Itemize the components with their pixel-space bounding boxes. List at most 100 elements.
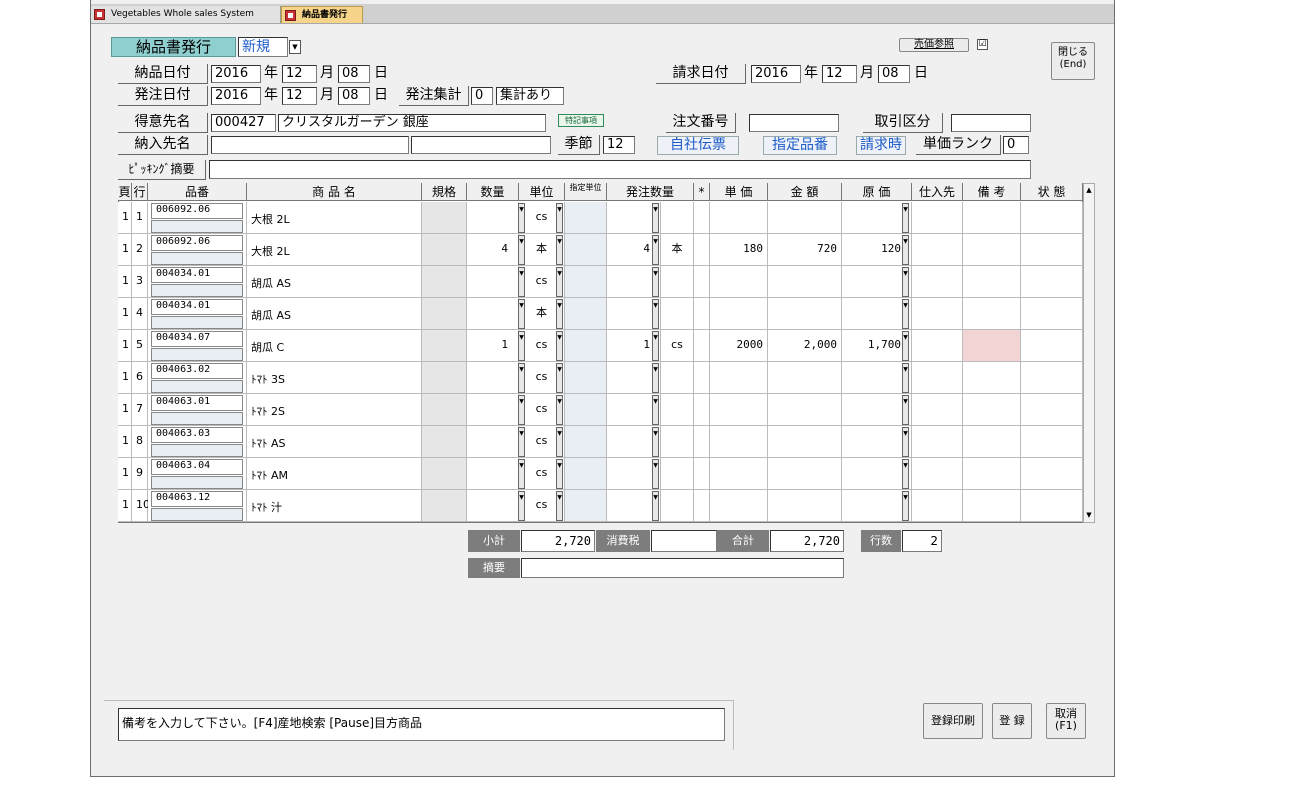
cell-star[interactable] <box>694 458 710 490</box>
cell-state[interactable] <box>1021 298 1083 330</box>
delivery-day-input[interactable]: 08 <box>338 65 370 83</box>
cell-price[interactable]: 180 <box>710 234 768 266</box>
cell-note[interactable] <box>963 298 1021 330</box>
cell-supplier[interactable] <box>912 266 963 298</box>
spec-unit-dropdown-icon[interactable]: ▼ <box>556 363 563 393</box>
cell-spec[interactable] <box>422 458 467 490</box>
order-qty-dropdown-icon[interactable]: ▼ <box>652 203 659 233</box>
unit-dropdown-icon[interactable]: ▼ <box>518 235 525 265</box>
unit-dropdown-icon[interactable]: ▼ <box>518 491 525 521</box>
cell-star[interactable] <box>694 426 710 458</box>
cost-dropdown-icon[interactable]: ▼ <box>902 331 909 361</box>
cell-amount[interactable]: 2,000 <box>768 330 842 362</box>
item-code[interactable]: 004063.01 <box>151 395 243 411</box>
cell-name[interactable]: 大根 2L <box>247 202 422 234</box>
cell-name[interactable]: 大根 2L <box>247 234 422 266</box>
cost-dropdown-icon[interactable]: ▼ <box>902 427 909 457</box>
cell-price[interactable] <box>710 458 768 490</box>
spec-unit-dropdown-icon[interactable]: ▼ <box>556 203 563 233</box>
item-subcode[interactable] <box>151 476 243 489</box>
item-code[interactable]: 006092.06 <box>151 235 243 251</box>
order-qty-dropdown-icon[interactable]: ▼ <box>652 299 659 329</box>
cost-dropdown-icon[interactable]: ▼ <box>902 363 909 393</box>
item-subcode[interactable] <box>151 380 243 393</box>
cell-name[interactable]: 胡瓜 C <box>247 330 422 362</box>
cell-amount[interactable] <box>768 394 842 426</box>
price-rank-input[interactable]: 0 <box>1003 136 1029 154</box>
cell-spec[interactable] <box>422 362 467 394</box>
cell-supplier[interactable] <box>912 202 963 234</box>
delivery-year-input[interactable]: 2016 <box>211 65 261 83</box>
cancel-button[interactable]: 取消 (F1) <box>1046 703 1086 739</box>
season-input[interactable]: 12 <box>603 136 635 154</box>
cell-state[interactable] <box>1021 490 1083 522</box>
cell-star[interactable] <box>694 490 710 522</box>
cell-spec[interactable] <box>422 490 467 522</box>
cell-amount[interactable] <box>768 458 842 490</box>
cell-supplier[interactable] <box>912 426 963 458</box>
cell-supplier[interactable] <box>912 234 963 266</box>
cell-spec[interactable] <box>422 394 467 426</box>
order-year-input[interactable]: 2016 <box>211 87 261 105</box>
cell-ounit[interactable] <box>661 490 694 522</box>
order-total-input[interactable]: 0 <box>471 87 493 105</box>
cell-price[interactable] <box>710 490 768 522</box>
cell-dunit[interactable] <box>565 490 607 522</box>
cell-amount[interactable] <box>768 266 842 298</box>
memo-input[interactable] <box>521 558 844 578</box>
cell-ounit[interactable] <box>661 394 694 426</box>
cell-dunit[interactable] <box>565 202 607 234</box>
cell-spec[interactable] <box>422 202 467 234</box>
order-qty-dropdown-icon[interactable]: ▼ <box>652 427 659 457</box>
cell-code[interactable]: 004034.01 <box>148 298 247 330</box>
delivery-dest-code-input[interactable] <box>211 136 409 154</box>
cell-amount[interactable] <box>768 362 842 394</box>
spec-unit-dropdown-icon[interactable]: ▼ <box>556 395 563 425</box>
cell-star[interactable] <box>694 202 710 234</box>
spec-unit-dropdown-icon[interactable]: ▼ <box>556 491 563 521</box>
order-number-input[interactable] <box>749 114 839 132</box>
invoice-month-input[interactable]: 12 <box>822 65 857 83</box>
cell-amount[interactable] <box>768 426 842 458</box>
item-code[interactable]: 004063.03 <box>151 427 243 443</box>
cell-ounit[interactable] <box>661 202 694 234</box>
cell-code[interactable]: 004034.07 <box>148 330 247 362</box>
invoice-year-input[interactable]: 2016 <box>751 65 801 83</box>
order-day-input[interactable]: 08 <box>338 87 370 105</box>
cell-code[interactable]: 004063.01 <box>148 394 247 426</box>
scroll-down-icon[interactable]: ▼ <box>1085 510 1093 520</box>
spec-unit-dropdown-icon[interactable]: ▼ <box>556 331 563 361</box>
cell-qty[interactable] <box>467 458 519 490</box>
item-subcode[interactable] <box>151 444 243 457</box>
scroll-up-icon[interactable]: ▲ <box>1085 185 1093 195</box>
cell-spec[interactable] <box>422 266 467 298</box>
cell-name[interactable]: ﾄﾏﾄ 汁 <box>247 490 422 522</box>
specified-item-button[interactable]: 指定品番 <box>763 136 837 155</box>
unit-dropdown-icon[interactable]: ▼ <box>518 363 525 393</box>
cell-note[interactable] <box>963 362 1021 394</box>
cell-state[interactable] <box>1021 458 1083 490</box>
unit-dropdown-icon[interactable]: ▼ <box>518 299 525 329</box>
cell-name[interactable]: 胡瓜 AS <box>247 298 422 330</box>
cell-dunit[interactable] <box>565 330 607 362</box>
delivery-dest-name-input[interactable] <box>411 136 551 154</box>
unit-dropdown-icon[interactable]: ▼ <box>518 395 525 425</box>
own-slip-button[interactable]: 自社伝票 <box>657 136 739 155</box>
cell-name[interactable]: ﾄﾏﾄ 2S <box>247 394 422 426</box>
cell-supplier[interactable] <box>912 362 963 394</box>
cell-ounit[interactable] <box>661 266 694 298</box>
cell-note[interactable] <box>963 458 1021 490</box>
cell-qty[interactable] <box>467 394 519 426</box>
item-code[interactable]: 004034.01 <box>151 267 243 283</box>
cell-amount[interactable]: 720 <box>768 234 842 266</box>
cell-supplier[interactable] <box>912 490 963 522</box>
cost-dropdown-icon[interactable]: ▼ <box>902 459 909 489</box>
cell-qty[interactable] <box>467 362 519 394</box>
cell-dunit[interactable] <box>565 362 607 394</box>
cell-name[interactable]: ﾄﾏﾄ AS <box>247 426 422 458</box>
order-qty-dropdown-icon[interactable]: ▼ <box>652 395 659 425</box>
cell-price[interactable] <box>710 394 768 426</box>
item-code[interactable]: 006092.06 <box>151 203 243 219</box>
cell-qty[interactable] <box>467 202 519 234</box>
item-subcode[interactable] <box>151 348 243 361</box>
